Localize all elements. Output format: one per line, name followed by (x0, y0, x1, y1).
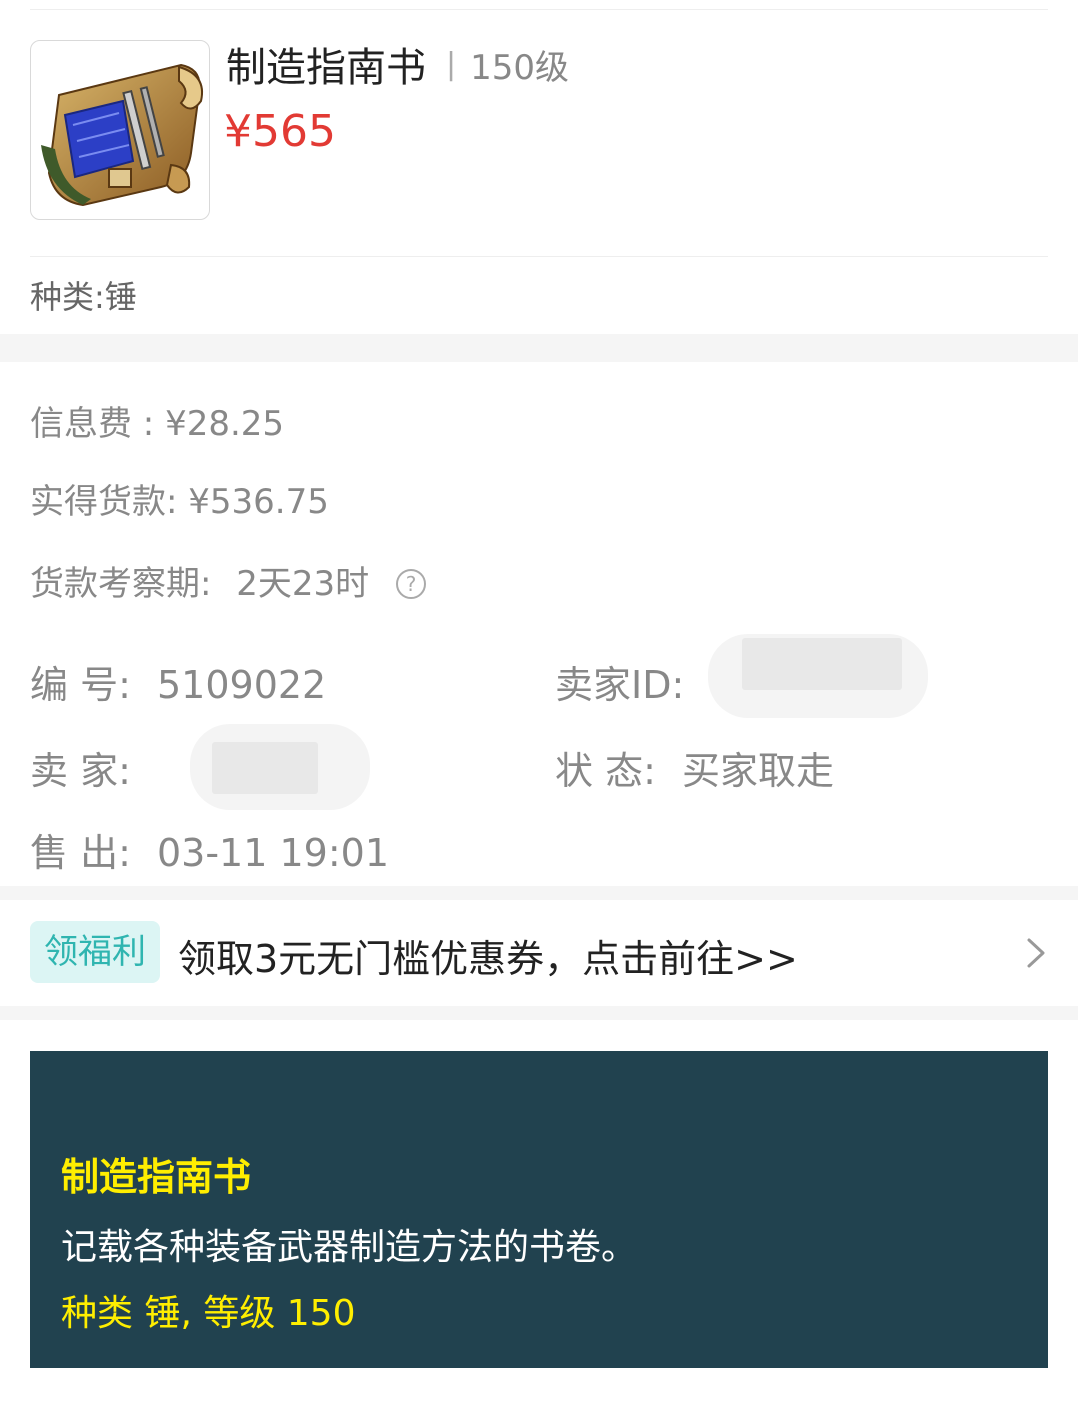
section-gap (0, 886, 1078, 900)
item-price: ¥565 (224, 106, 336, 157)
tooltip-description: 记载各种装备武器制造方法的书卷。 (61, 1227, 638, 1268)
sold-time: 售 出: 03-11 19:01 (30, 822, 389, 877)
promo-banner[interactable]: 领福利 领取3元无门槛优惠券，点击前往>> (0, 900, 1078, 1006)
order-id-value: 5109022 (156, 663, 327, 707)
seller-id-label: 卖家ID: (555, 663, 685, 707)
promo-text[interactable]: 领取3元无门槛优惠券，点击前往>> (178, 928, 798, 983)
item-image[interactable] (30, 40, 210, 220)
review-period: 货款考察期: 2天23时 ? (30, 556, 426, 605)
seller-label: 卖 家: (30, 749, 131, 793)
tooltip-meta: 种类 锤, 等级 150 (61, 1293, 356, 1334)
review-period-label: 货款考察期: (30, 564, 212, 604)
sold-value: 03-11 19:01 (156, 831, 389, 875)
item-title: 制造指南书 (226, 45, 426, 91)
item-detail-page: 制造指南书 | 150级 ¥565 种类:锤 信息费 : ¥28.25 实得货款… (0, 0, 1078, 1408)
scroll-blueprint-icon (41, 63, 203, 207)
seller-name-redacted (212, 742, 318, 794)
status-label: 状 态: (555, 749, 656, 793)
title-separator: | (446, 46, 457, 82)
sold-label: 售 出: (30, 831, 131, 875)
order-id-label: 编 号: (30, 663, 131, 707)
item-category: 种类:锤 (30, 278, 137, 316)
chevron-right-icon[interactable] (1024, 936, 1048, 970)
status: 状 态: 买家取走 (555, 740, 834, 795)
seller-id-redacted (742, 638, 902, 690)
section-gap (0, 1006, 1078, 1020)
title-row: 制造指南书 | 150级 (226, 36, 569, 92)
order-id: 编 号: 5109022 (30, 654, 326, 709)
item-level: 150级 (470, 47, 570, 88)
info-fee: 信息费 : ¥28.25 (30, 404, 285, 444)
help-icon[interactable]: ? (396, 569, 426, 599)
item-tooltip: 制造指南书 记载各种装备武器制造方法的书卷。 种类 锤, 等级 150 (30, 1051, 1048, 1368)
item-card: 制造指南书 | 150级 ¥565 (0, 10, 1078, 256)
section-gap (0, 334, 1078, 362)
promo-badge: 领福利 (30, 921, 160, 983)
review-period-value: 2天23时 (236, 564, 370, 604)
tooltip-item-name: 制造指南书 (61, 1155, 252, 1199)
net-proceeds: 实得货款: ¥536.75 (30, 482, 329, 522)
status-value: 买家取走 (681, 749, 834, 793)
divider (30, 256, 1048, 257)
